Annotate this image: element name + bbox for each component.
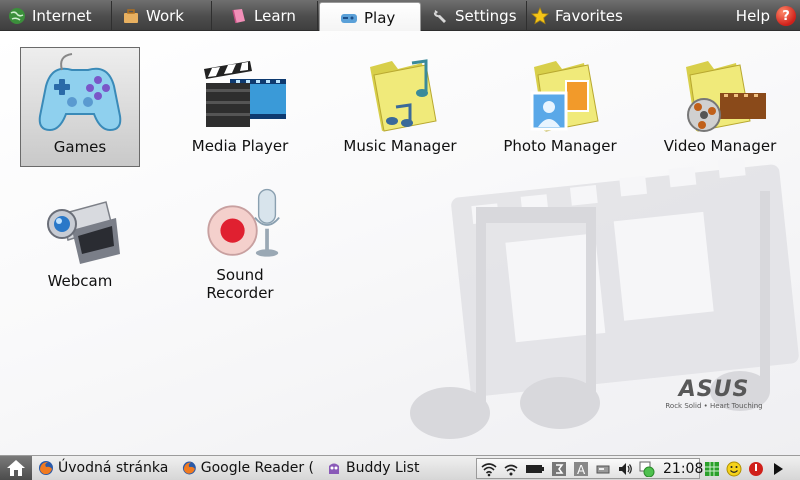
globe-icon	[9, 7, 25, 24]
smiley-icon[interactable]	[726, 461, 742, 477]
game-icon	[341, 13, 357, 23]
tab-learn[interactable]: Learn	[222, 1, 318, 30]
video-folder-icon	[686, 61, 766, 132]
help-button[interactable]: Help ?	[736, 4, 796, 28]
app-games[interactable]: Games	[20, 47, 140, 167]
tab-internet-label: Internet	[32, 6, 92, 25]
webcam-icon	[47, 201, 120, 264]
app-webcam-label: Webcam	[47, 272, 113, 290]
asus-logo: ASUS Rock Solid • Heart Touching	[654, 379, 774, 415]
tab-favorites[interactable]: Favorites	[527, 1, 637, 30]
asus-tagline: Rock Solid • Heart Touching	[665, 402, 763, 410]
grid-app-icon[interactable]	[704, 461, 720, 477]
app-photo-manager[interactable]: Photo Manager	[500, 47, 620, 167]
app-sound-recorder-label: Sound Recorder	[206, 266, 274, 302]
microphone-icon	[207, 188, 280, 257]
tab-play[interactable]: Play	[319, 2, 421, 32]
app-music-manager[interactable]: Music Manager	[340, 47, 460, 167]
tab-play-label: Play	[364, 8, 396, 27]
firefox-icon	[39, 461, 53, 475]
clock[interactable]: 21:08	[663, 461, 703, 477]
taskbar-item-label: Úvodná stránka	[58, 460, 169, 476]
system-tray: A 21:08	[476, 458, 703, 479]
wifi-icon[interactable]	[481, 461, 497, 477]
tab-favorites-label: Favorites	[555, 6, 623, 25]
asus-logo-text: ASUS	[678, 377, 750, 402]
app-photo-manager-label: Photo Manager	[503, 137, 617, 155]
taskbar: Úvodná stránka Google Reader ( Buddy Lis…	[0, 455, 800, 480]
star-icon	[531, 6, 549, 24]
svg-text:A: A	[577, 463, 586, 477]
expand-tray-arrow-icon[interactable]	[770, 461, 786, 477]
app-media-player[interactable]: Media Player	[180, 47, 300, 167]
taskbar-item-buddy-list[interactable]: Buddy List	[320, 456, 464, 480]
top-tab-bar: Internet Work Learn Play Settings Favori…	[0, 0, 800, 32]
app-video-manager-label: Video Manager	[663, 137, 777, 155]
pidgin-icon	[329, 463, 339, 474]
network-signal-icon[interactable]	[503, 461, 519, 477]
clapperboard-icon	[204, 61, 286, 127]
keyboard-layout-icon[interactable]	[551, 461, 567, 477]
gamepad-icon	[38, 53, 122, 132]
firefox-icon	[182, 461, 196, 475]
messenger-status-icon[interactable]	[639, 461, 655, 477]
help-label: Help	[735, 7, 770, 25]
app-webcam[interactable]: Webcam	[20, 182, 140, 302]
system-tray-extra	[704, 458, 786, 479]
taskbar-item-label: Google Reader (	[200, 460, 314, 476]
tab-learn-label: Learn	[254, 6, 296, 25]
book-icon	[232, 8, 245, 23]
help-icon: ?	[776, 6, 796, 26]
storage-icon[interactable]	[595, 461, 611, 477]
wrench-icon	[433, 9, 446, 23]
taskbar-item-google-reader[interactable]: Google Reader (	[176, 456, 320, 480]
tab-work-label: Work	[146, 6, 184, 25]
briefcase-icon	[124, 8, 138, 23]
tab-settings-label: Settings	[455, 6, 517, 25]
battery-icon[interactable]	[525, 461, 545, 477]
play-panel: Games Media Player Music Manager Photo M…	[0, 31, 800, 455]
tab-internet[interactable]: Internet	[0, 1, 112, 30]
app-media-player-label: Media Player	[191, 137, 289, 155]
taskbar-item-uvodna-stranka[interactable]: Úvodná stránka	[32, 456, 176, 480]
tab-work[interactable]: Work	[114, 1, 212, 30]
taskbar-item-label: Buddy List	[346, 460, 420, 476]
app-music-manager-label: Music Manager	[343, 137, 457, 155]
tab-settings[interactable]: Settings	[423, 1, 527, 30]
app-sound-recorder[interactable]: Sound Recorder	[180, 182, 300, 302]
music-folder-icon	[370, 59, 437, 132]
photo-folder-icon	[530, 61, 599, 132]
volume-icon[interactable]	[617, 461, 633, 477]
text-input-icon[interactable]: A	[573, 461, 589, 477]
home-button[interactable]	[0, 455, 32, 480]
home-icon	[7, 460, 25, 476]
app-video-manager[interactable]: Video Manager	[660, 47, 780, 167]
shutdown-icon[interactable]	[748, 461, 764, 477]
app-games-label: Games	[53, 138, 107, 156]
